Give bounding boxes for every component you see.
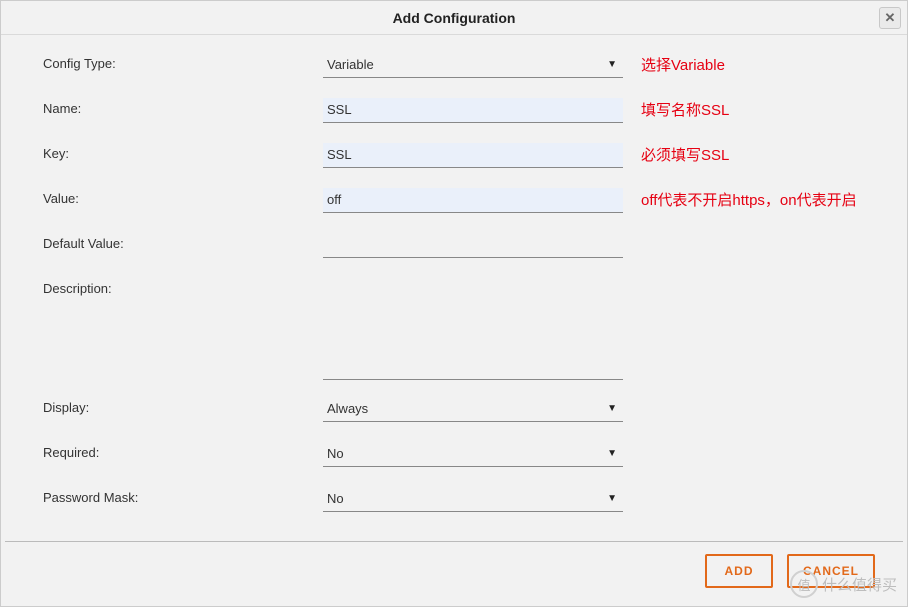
dialog-title: Add Configuration [393, 10, 516, 26]
footer-divider [5, 541, 903, 542]
close-icon: ✕ [885, 10, 896, 25]
row-required: Required: No ▼ [43, 442, 867, 467]
form-body: Config Type: Variable ▼ 选择Variable Name:… [1, 35, 907, 535]
label-value: Value: [43, 188, 323, 206]
password-mask-value: No [327, 491, 344, 506]
label-name: Name: [43, 98, 323, 116]
config-type-value: Variable [327, 57, 374, 72]
chevron-down-icon: ▼ [607, 59, 617, 70]
annotation-key: 必须填写SSL [623, 143, 729, 165]
row-config-type: Config Type: Variable ▼ 选择Variable [43, 53, 867, 78]
row-display: Display: Always ▼ [43, 397, 867, 422]
name-input[interactable] [323, 98, 623, 123]
close-button[interactable]: ✕ [879, 7, 901, 29]
config-type-select[interactable]: Variable ▼ [323, 53, 623, 78]
label-config-type: Config Type: [43, 53, 323, 71]
chevron-down-icon: ▼ [607, 448, 617, 459]
display-value: Always [327, 401, 368, 416]
add-configuration-dialog: Add Configuration ✕ Config Type: Variabl… [0, 0, 908, 607]
label-key: Key: [43, 143, 323, 161]
required-value: No [327, 446, 344, 461]
value-input[interactable] [323, 188, 623, 213]
key-input[interactable] [323, 143, 623, 168]
required-select[interactable]: No ▼ [323, 442, 623, 467]
annotation-name: 填写名称SSL [623, 98, 729, 120]
add-button[interactable]: ADD [705, 554, 773, 588]
annotation-config-type: 选择Variable [623, 53, 725, 75]
label-password-mask: Password Mask: [43, 487, 323, 505]
row-password-mask: Password Mask: No ▼ [43, 487, 867, 512]
annotation-value: off代表不开启https，on代表开启 [623, 188, 857, 210]
row-name: Name: 填写名称SSL [43, 98, 867, 123]
default-value-input[interactable] [323, 233, 623, 258]
row-key: Key: 必须填写SSL [43, 143, 867, 168]
chevron-down-icon: ▼ [607, 403, 617, 414]
label-description: Description: [43, 278, 323, 296]
chevron-down-icon: ▼ [607, 493, 617, 504]
label-default-value: Default Value: [43, 233, 323, 251]
dialog-footer: ADD CANCEL [705, 554, 875, 588]
label-display: Display: [43, 397, 323, 415]
cancel-button[interactable]: CANCEL [787, 554, 875, 588]
description-textarea[interactable] [323, 278, 623, 380]
row-value: Value: off代表不开启https，on代表开启 [43, 188, 867, 213]
display-select[interactable]: Always ▼ [323, 397, 623, 422]
row-description: Description: [43, 278, 867, 383]
label-required: Required: [43, 442, 323, 460]
row-default-value: Default Value: [43, 233, 867, 258]
dialog-titlebar: Add Configuration ✕ [1, 1, 907, 35]
password-mask-select[interactable]: No ▼ [323, 487, 623, 512]
